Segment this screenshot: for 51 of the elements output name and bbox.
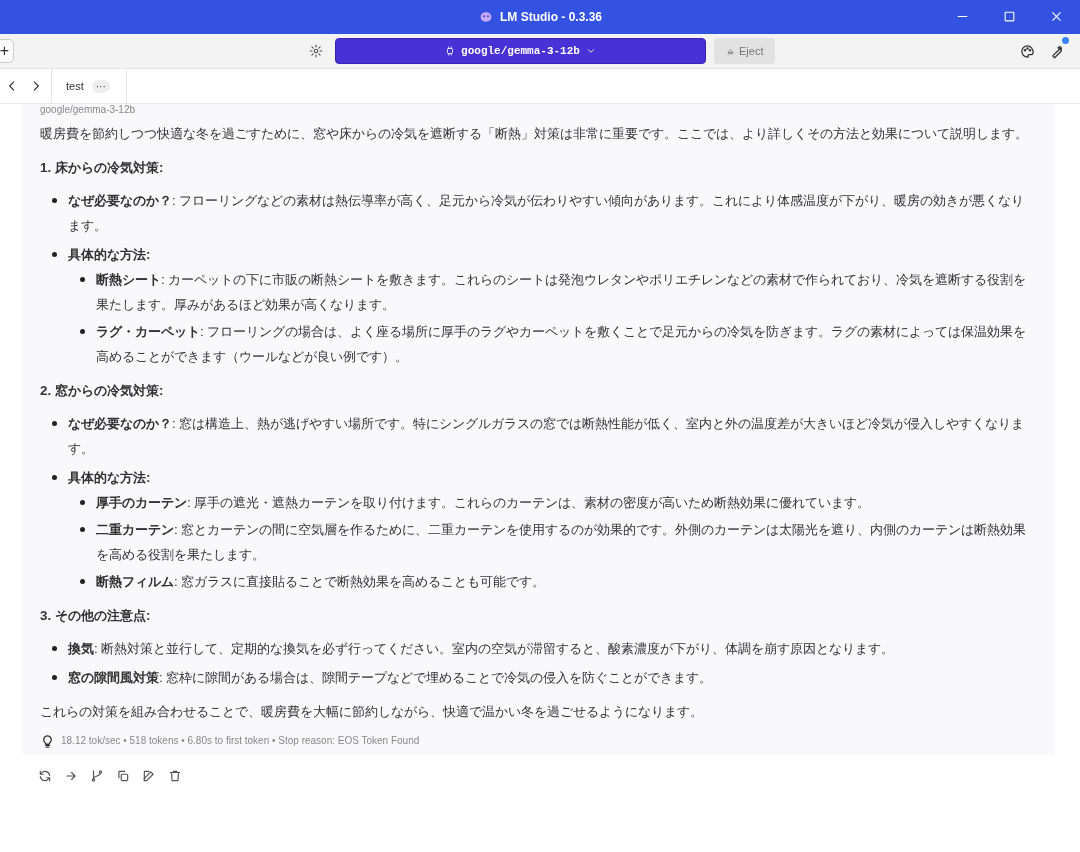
branch-icon[interactable]	[90, 769, 104, 783]
eject-button[interactable]: Eject	[714, 38, 776, 64]
section-heading: 3. その他の注意点:	[40, 607, 152, 625]
maximize-icon[interactable]	[1003, 10, 1016, 23]
app-logo-icon	[478, 9, 494, 25]
bullet-dot	[80, 500, 85, 505]
bullet-dot	[80, 579, 85, 584]
chat-tab[interactable]: test ···	[51, 69, 127, 103]
new-chat-button[interactable]: +	[0, 39, 14, 63]
chip-icon	[445, 46, 456, 56]
palette-icon[interactable]	[1020, 43, 1035, 59]
window-title: LM Studio - 0.3.36	[500, 10, 602, 24]
list-item-text: 断熱フィルム: 窓ガラスに直接貼ることで断熱効果を高めることも可能です。	[96, 573, 547, 591]
message-paragraph: 暖房費を節約しつつ快適な冬を過ごすために、窓や床からの冷気を遮断する「断熱」対策は非常に重要です。ここでは、より詳しくその方法と効果について説明します。	[40, 125, 1029, 143]
delete-icon[interactable]	[168, 769, 182, 783]
list-item-text: 具体的な方法:	[68, 469, 152, 487]
list-item-text: 断熱シート: カーペットの下に市販の断熱シートを敷きます。これらのシートは発泡ウレタンやポリエチレンなどの素材で作られており、冷気を遮断する役割を果たします。厚みがあるほど効果が高くなります。	[96, 271, 1028, 314]
close-icon[interactable]	[1050, 10, 1063, 23]
message-paragraph: これらの対策を組み合わせることで、暖房費を大幅に節約しながら、快適で温かい冬を過ごせるようになります。	[40, 703, 704, 721]
settings-icon[interactable]	[309, 44, 323, 58]
bullet-dot	[52, 646, 57, 651]
sender-name: google/gemma-3-12b	[40, 104, 137, 116]
bullet-dot	[80, 277, 85, 282]
regenerate-icon[interactable]	[38, 769, 52, 783]
section-heading: 1. 床からの冷気対策:	[40, 159, 165, 177]
eject-icon	[726, 46, 735, 56]
chevron-down-icon	[585, 46, 596, 56]
bullet-dot	[52, 252, 57, 257]
list-item-text: ラグ・カーペット: フローリングの場合は、よく座る場所に厚手のラグやカーペットを敷くことで足元からの冷気を防ぎます。ラグの素材によっては保温効果を高めることができます（ウールなどが良い例です）。	[96, 323, 1028, 366]
list-item-text: 二重カーテン: 窓とカーテンの間に空気層を作るために、二重カーテンを使用するのが効果的です。外側のカーテンは太陽光を遮り、内側のカーテンは断熱効果を高める役割を果たします。	[96, 521, 1028, 564]
bullet-dot	[80, 329, 85, 334]
list-item-text: 窓の隙間風対策: 窓枠に隙間がある場合は、隙間テープなどで埋めることで冷気の侵入を防ぐことができます。	[68, 669, 714, 687]
model-selector[interactable]: google/gemma-3-12b	[335, 38, 706, 64]
edit-icon[interactable]	[142, 769, 156, 783]
generation-stats: 18.12 tok/sec • 518 tokens • 6.80s to first token • Stop reason: EOS Token Found	[61, 734, 420, 748]
lightbulb-icon	[40, 733, 55, 749]
list-item-text: なぜ必要なのか？: 窓は構造上、熱が逃げやすい場所です。特にシングルガラスの窓では断熱性能が低く、室内と外の温度差が大きいほど冷気が侵入しやすくなります。	[68, 415, 1026, 458]
bullet-dot	[52, 675, 57, 680]
list-item-text: 具体的な方法:	[68, 246, 152, 264]
list-item-text: 換気: 断熱対策と並行して、定期的な換気を必ず行ってください。室内の空気が滞留すると、酸素濃度が下がり、体調を崩す原因となります。	[68, 640, 896, 658]
section-heading: 2. 窓からの冷気対策:	[40, 382, 165, 400]
copy-icon[interactable]	[116, 769, 130, 783]
bullet-dot	[52, 198, 57, 203]
bullet-dot	[52, 421, 57, 426]
arrow-right-icon[interactable]	[64, 769, 78, 783]
tab-menu-button[interactable]: ···	[91, 79, 110, 93]
bullet-dot	[52, 475, 57, 480]
bullet-dot	[80, 527, 85, 532]
notification-dot	[1062, 36, 1069, 44]
list-item-text: なぜ必要なのか？: フローリングなどの素材は熱伝導率が高く、足元から冷気が伝わりやすい傾向があります。これにより体感温度が下がり、暖房の効きが悪くなります。	[68, 192, 1026, 235]
list-item-text: 厚手のカーテン: 厚手の遮光・遮熱カーテンを取り付けます。これらのカーテンは、素材の密度が高いため断熱効果に優れています。	[96, 494, 872, 512]
